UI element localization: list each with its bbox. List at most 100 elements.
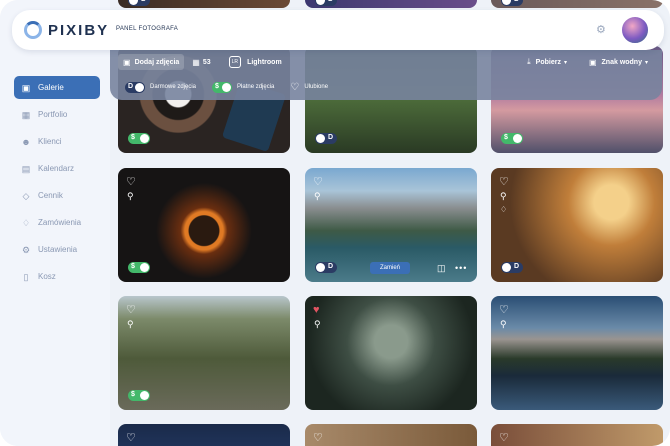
photo-card-mountain-reflection[interactable]: ♡ ⚲ bbox=[491, 296, 663, 410]
sidebar-item-kalendarz[interactable]: ▤ Kalendarz bbox=[14, 157, 100, 180]
top-header: PIXIBY PANEL FOTOGRAFA ⚙ bbox=[12, 10, 664, 50]
zoom-icon[interactable]: ⚲ bbox=[500, 191, 510, 201]
zoom-icon[interactable]: ⚲ bbox=[314, 319, 324, 329]
sidebar-item-portfolio[interactable]: ▦ Portfolio bbox=[14, 103, 100, 126]
sidebar-item-cennik[interactable]: ◇ Cennik bbox=[14, 184, 100, 207]
paid-toggle[interactable]: $ bbox=[128, 390, 150, 401]
heart-icon[interactable]: ♡ bbox=[313, 432, 325, 444]
sidebar-item-galerie[interactable]: ▣ Galerie bbox=[14, 76, 100, 99]
heart-icon: ♡ bbox=[290, 81, 300, 93]
favorites-filter[interactable]: ♡ Ulubione bbox=[290, 82, 328, 93]
free-toggle[interactable]: D bbox=[501, 262, 523, 273]
heart-icon[interactable]: ♥ bbox=[313, 304, 325, 316]
chevron-down-icon: ▾ bbox=[563, 59, 567, 66]
heart-icon[interactable]: ♡ bbox=[126, 304, 138, 316]
paid-toggle[interactable]: $ bbox=[128, 133, 150, 144]
paid-toggle[interactable]: $ bbox=[128, 262, 150, 273]
photo-card[interactable]: D bbox=[118, 0, 290, 8]
zoom-icon[interactable]: ⚲ bbox=[314, 191, 324, 201]
comment-icon[interactable]: ◫ bbox=[437, 263, 447, 273]
photo-card[interactable]: ♡ bbox=[305, 424, 477, 446]
logo-icon bbox=[24, 21, 42, 39]
free-photos-label: Darmowe zdjęcia bbox=[150, 84, 197, 90]
avatar[interactable] bbox=[620, 15, 650, 45]
toolbar-top-row: ▣ Dodaj zdjęcia ▦ 53 LR Lightroom ⤓ Pobi… bbox=[118, 54, 654, 70]
watermark-dropdown[interactable]: ▣ Znak wodny ▾ bbox=[589, 58, 648, 67]
photo-card-mountain-lake[interactable]: ♡ ⚲ D Zamień ◫ ••• bbox=[305, 168, 477, 282]
watermark-label: Znak wodny bbox=[601, 58, 642, 66]
cart-icon[interactable]: ♢ bbox=[500, 205, 510, 215]
cart-icon: ♢ bbox=[21, 217, 31, 228]
gallery-toolbar: ▣ Dodaj zdjęcia ▦ 53 LR Lightroom ⤓ Pobi… bbox=[110, 50, 662, 100]
add-photos-button[interactable]: ▣ Dodaj zdjęcia bbox=[118, 54, 185, 70]
gallery-icon: ▣ bbox=[21, 82, 31, 93]
sidebar-item-label: Portfolio bbox=[38, 110, 68, 119]
paid-photos-toggle[interactable]: $ bbox=[212, 81, 233, 93]
free-photos-filter[interactable]: D Darmowe zdjęcia bbox=[125, 81, 197, 93]
paid-photos-filter[interactable]: $ Płatne zdjęcia bbox=[212, 81, 275, 93]
photo-card-fire-circle[interactable]: ♡ ⚲ $ bbox=[118, 168, 290, 282]
gear-icon: ⚙ bbox=[21, 244, 31, 255]
photos-icon: ▦ bbox=[192, 57, 200, 67]
heart-icon[interactable]: ♡ bbox=[313, 176, 325, 188]
lightroom-label: Lightroom bbox=[247, 58, 282, 66]
download-dropdown[interactable]: ⤓ Pobierz ▾ bbox=[527, 57, 567, 67]
price-icon: ◇ bbox=[22, 190, 30, 201]
photo-count-value: 53 bbox=[202, 58, 211, 66]
more-icon[interactable]: ••• bbox=[455, 263, 467, 273]
logo[interactable]: PIXIBY bbox=[24, 21, 109, 39]
sidebar-nav: ▣ Galerie ▦ Portfolio ☻ Klienci ▤ Kalend… bbox=[14, 76, 100, 292]
toolbar-actions: ⤓ Pobierz ▾ ▣ Znak wodny ▾ bbox=[505, 54, 648, 70]
sidebar-item-klienci[interactable]: ☻ Klienci bbox=[14, 130, 100, 153]
photo-card-temple-tree[interactable]: ♡ ⚲ $ bbox=[118, 296, 290, 410]
zoom-icon[interactable]: ⚲ bbox=[500, 319, 510, 329]
free-toggle[interactable]: D bbox=[315, 0, 337, 6]
sidebar-item-label: Klienci bbox=[38, 137, 62, 146]
sidebar-item-kosz[interactable]: ▯ Kosz bbox=[14, 265, 100, 288]
select-button[interactable]: Zamień bbox=[370, 262, 410, 274]
photo-card[interactable]: D bbox=[305, 0, 477, 8]
sidebar-item-label: Galerie bbox=[38, 83, 64, 92]
heart-icon[interactable]: ♡ bbox=[126, 432, 138, 444]
image-add-icon: ▣ bbox=[123, 57, 131, 67]
free-toggle[interactable]: D bbox=[315, 133, 337, 144]
sidebar-item-label: Cennik bbox=[38, 191, 63, 200]
gear-icon[interactable]: ⚙ bbox=[596, 24, 608, 36]
clients-icon: ☻ bbox=[21, 136, 31, 147]
heart-icon[interactable]: ♡ bbox=[126, 176, 138, 188]
paid-toggle[interactable]: $ bbox=[501, 133, 523, 144]
paid-photos-label: Płatne zdjęcia bbox=[237, 84, 275, 90]
zoom-icon[interactable]: ⚲ bbox=[127, 191, 137, 201]
sidebar-item-ustawienia[interactable]: ⚙ Ustawienia bbox=[14, 238, 100, 261]
free-toggle[interactable]: D bbox=[315, 262, 337, 273]
free-toggle[interactable]: D bbox=[128, 0, 150, 6]
free-toggle[interactable]: D bbox=[501, 0, 523, 6]
sidebar-item-label: Kalendarz bbox=[38, 164, 75, 173]
panel-title: PANEL FOTOGRAFA bbox=[116, 26, 179, 32]
sidebar-item-label: Kosz bbox=[38, 272, 56, 281]
free-photos-toggle[interactable]: D bbox=[125, 81, 145, 93]
calendar-icon: ▤ bbox=[21, 163, 31, 174]
sidebar-item-label: Ustawienia bbox=[38, 245, 78, 254]
lightroom-badge: LR bbox=[228, 56, 242, 68]
toolbar-filter-row: D Darmowe zdjęcia $ Płatne zdjęcia ♡ Ulu… bbox=[125, 80, 344, 94]
photo-card[interactable]: D bbox=[491, 0, 663, 8]
sidebar-item-zamowienia[interactable]: ♢ Zamówienia bbox=[14, 211, 100, 234]
chevron-down-icon: ▾ bbox=[644, 59, 648, 66]
lightroom-button[interactable]: LR Lightroom bbox=[228, 56, 282, 68]
heart-icon[interactable]: ♡ bbox=[499, 176, 511, 188]
photo-card[interactable]: ♡ bbox=[491, 424, 663, 446]
portfolio-icon: ▦ bbox=[21, 109, 31, 120]
heart-icon[interactable]: ♡ bbox=[499, 304, 511, 316]
add-photos-label: Dodaj zdjęcia bbox=[134, 58, 180, 66]
photo-card-wildflowers[interactable]: ♡ ⚲ ♢ D bbox=[491, 168, 663, 282]
zoom-icon[interactable]: ⚲ bbox=[127, 319, 137, 329]
heart-icon[interactable]: ♡ bbox=[499, 432, 511, 444]
sidebar-item-label: Zamówienia bbox=[38, 218, 82, 227]
trash-icon: ▯ bbox=[23, 271, 29, 282]
favorites-label: Ulubione bbox=[304, 84, 329, 90]
photo-count: ▦ 53 bbox=[192, 58, 210, 67]
app-window: ▣ Galerie ▦ Portfolio ☻ Klienci ▤ Kalend… bbox=[0, 0, 670, 446]
photo-card-dark-forest[interactable]: ♥ ⚲ bbox=[305, 296, 477, 410]
photo-card[interactable]: ♡ bbox=[118, 424, 290, 446]
